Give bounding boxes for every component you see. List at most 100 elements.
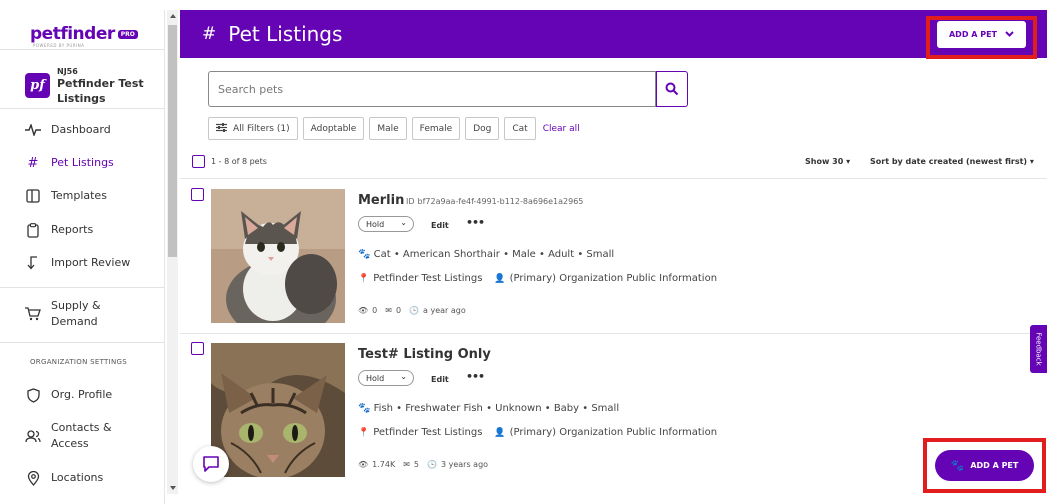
chat-button[interactable] [193,446,229,482]
filter-chip-adoptable[interactable]: Adoptable [302,117,365,140]
pet-photo-cat[interactable] [211,189,345,323]
messages-stat: ✉ 5 [403,460,419,469]
views-count: 1.74K [372,460,396,469]
location-pin-icon: 📍 [358,273,370,284]
pet-photo-tabby-cat[interactable] [211,343,345,477]
pet-name[interactable]: Merlin [358,193,404,208]
sidebar: petfinder PRO POWERED BY PURINA pf NJ56 … [0,10,165,504]
shield-icon [24,387,42,403]
scroll-up-arrow-icon[interactable] [170,14,176,18]
petfinder-logo[interactable]: petfinder PRO [30,24,138,44]
sidebar-item-reports[interactable]: Reports [24,222,93,238]
cart-icon [24,306,42,322]
person-icon: 👤 [494,273,506,284]
more-options-button[interactable]: ••• [466,370,485,383]
search-input[interactable]: Search pets [208,71,656,107]
filter-chip-cat[interactable]: Cat [504,117,536,140]
paw-icon: 🐾 [358,249,371,260]
pet-id: ID bf72a9aa-fe4f-4991-b112-8a696e1a2965 [406,197,583,206]
sidebar-item-import-review[interactable]: Import Review [24,255,130,271]
org-badge-icon: pf [25,73,50,98]
views-stat: 👁 1.74K [358,460,395,469]
age-stat: 🕒 3 years ago [427,460,488,469]
pet-stats: 👁 0 ✉ 0 🕒 a year ago [358,306,474,315]
filter-chip-dog[interactable]: Dog [465,117,500,140]
sidebar-item-label: Locations [51,471,104,484]
sidebar-item-label: Import Review [51,256,131,269]
scrollbar-thumb[interactable] [168,25,177,257]
top-strip [0,0,1059,10]
sidebar-item-label: Contacts & Access [51,421,112,450]
sidebar-scrollbar[interactable] [167,10,178,494]
results-bar: 1 - 8 of 8 pets [192,155,267,168]
org-switcher[interactable]: pf NJ56 Petfinder Test Listings [25,67,147,106]
users-icon [24,428,42,444]
feedback-tab[interactable]: Feedback [1030,325,1047,373]
status-value: Hold [366,373,385,383]
filter-chip-male[interactable]: Male [369,117,407,140]
clock-icon: 🕒 [409,306,420,315]
pet-card: Test# Listing Only Hold ⌄ Edit ••• 🐾 Fis… [180,333,1047,488]
eye-icon: 👁 [358,306,369,315]
clipboard-icon [24,222,42,238]
envelope-icon: ✉ [403,460,410,469]
messages-stat: ✉ 0 [385,306,401,315]
add-pet-button[interactable]: ADD A PET [937,21,1026,48]
status-value: Hold [366,219,385,229]
sidebar-divider [0,49,164,50]
edit-link[interactable]: Edit [431,221,449,230]
sidebar-divider [0,287,164,288]
org-name: Petfinder Test Listings [57,77,144,105]
views-count: 0 [372,306,378,315]
sort-select[interactable]: Sort by date created (newest first) ▾ [870,157,1034,166]
clear-all-link[interactable]: Clear all [543,124,580,134]
activity-icon [24,122,42,138]
sidebar-item-pet-listings[interactable]: # Pet Listings [24,155,114,171]
sidebar-item-label: Reports [51,223,94,236]
sidebar-item-locations[interactable]: Locations [24,470,103,486]
sidebar-item-org-profile[interactable]: Org. Profile [24,387,112,403]
pet-contact: (Primary) Organization Public Informatio… [509,273,718,284]
edit-link[interactable]: Edit [431,375,449,384]
hash-icon: # [27,155,39,171]
page-title-text: Pet Listings [228,22,343,46]
page-size-select[interactable]: Show 30 ▾ [805,157,850,166]
scroll-down-arrow-icon[interactable] [170,486,176,490]
paw-icon: 🐾 [358,403,371,414]
pet-contact: (Primary) Organization Public Informatio… [509,427,718,438]
search-button[interactable] [656,71,688,107]
pet-select-checkbox[interactable] [191,188,204,201]
pet-attributes: Fish • Freshwater Fish • Unknown • Baby … [373,403,620,414]
section-heading: ORGANIZATION SETTINGS [30,358,128,366]
eye-icon: 👁 [358,460,369,469]
page-scrollbar[interactable] [1047,10,1059,504]
pet-id-value: bf72a9aa-fe4f-4991-b112-8a696e1a2965 [417,197,584,206]
pet-org-info: 📍 Petfinder Test Listings 👤 (Primary) Or… [358,427,717,438]
views-stat: 👁 0 [358,306,377,315]
status-select[interactable]: Hold ⌄ [358,370,414,386]
chevron-down-icon: ▾ [1029,157,1034,166]
pet-select-checkbox[interactable] [191,342,204,355]
age-stat: 🕒 a year ago [409,306,466,315]
status-select[interactable]: Hold ⌄ [358,216,414,232]
paw-icon: 🐾 [950,459,965,472]
messages-count: 5 [413,460,420,469]
results-count: 1 - 8 of 8 pets [211,157,267,166]
more-options-button[interactable]: ••• [466,216,485,229]
add-pet-fab[interactable]: 🐾 ADD A PET [935,450,1034,481]
chevron-down-icon [1005,30,1014,40]
sidebar-item-label: Templates [51,189,107,202]
pet-description: 🐾 Fish • Freshwater Fish • Unknown • Bab… [358,403,619,414]
sidebar-item-contacts-access[interactable]: Contacts & Access [24,420,115,452]
filter-chip-female[interactable]: Female [411,117,461,140]
pet-name[interactable]: Test# Listing Only [358,347,491,362]
chat-bubble-icon [203,456,219,472]
sidebar-item-templates[interactable]: Templates [24,188,107,204]
all-filters-button[interactable]: All Filters (1) [208,117,298,140]
sidebar-item-label: Org. Profile [51,388,113,401]
select-all-checkbox[interactable] [192,155,205,168]
feedback-label: Feedback [1034,332,1043,366]
sidebar-item-label: Supply & Demand [51,299,101,328]
sidebar-item-supply-demand[interactable]: Supply & Demand [24,298,111,330]
sidebar-item-dashboard[interactable]: Dashboard [24,122,111,138]
